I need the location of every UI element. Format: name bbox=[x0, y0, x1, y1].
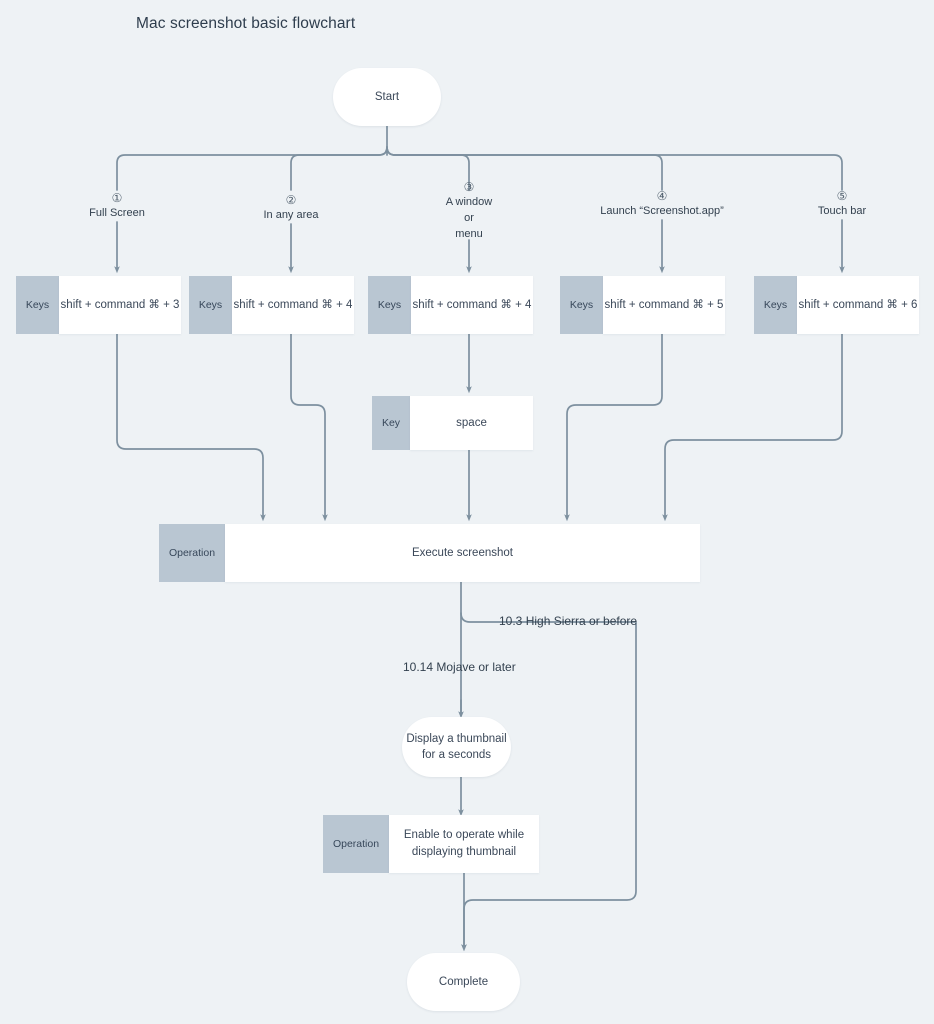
wire-keys2-to-execute bbox=[290, 333, 328, 522]
edge-label-mojave: 10.14 Mojave or later bbox=[403, 660, 516, 674]
branch-marker-2-number: ② bbox=[285, 193, 297, 207]
thumbnail-node[interactable]: Display a thumbnail for a seconds bbox=[402, 717, 511, 777]
space-key-box[interactable]: Key space bbox=[372, 396, 533, 450]
wire-keys5-to-execute bbox=[662, 333, 843, 522]
keys-box-5[interactable]: Keys shift + command ⌘ + 6 bbox=[754, 276, 919, 334]
branch-marker-3-label-line3: menu bbox=[455, 228, 483, 240]
keys-box-4-chip: Keys bbox=[560, 276, 603, 334]
branch-marker-5-number: ⑤ bbox=[836, 189, 848, 203]
edge-label-high-sierra: 10.3 High Sierra or before bbox=[499, 614, 638, 628]
enable-operate-value: Enable to operate while displaying thumb… bbox=[389, 815, 539, 873]
flowchart-canvas: Mac screenshot basic flowchart Start ① F… bbox=[0, 0, 934, 1024]
keys-box-3[interactable]: Keys shift + command ⌘ + 4 bbox=[368, 276, 533, 334]
wire-keys1-to-execute bbox=[116, 333, 266, 522]
execute-screenshot-chip: Operation bbox=[159, 524, 225, 582]
branch-marker-4-number: ④ bbox=[656, 189, 668, 203]
branch-marker-1-label: Full Screen bbox=[89, 207, 145, 219]
wire-bus-branch-2 bbox=[290, 146, 388, 191]
branch-marker-2: ② In any area bbox=[241, 194, 341, 223]
enable-operate-chip: Operation bbox=[323, 815, 389, 873]
branch-marker-5-label: Touch bar bbox=[817, 205, 867, 217]
page-title: Mac screenshot basic flowchart bbox=[136, 15, 356, 32]
branch-marker-3-number: ③ bbox=[463, 180, 475, 194]
keys-box-1[interactable]: Keys shift + command ⌘ + 3 bbox=[16, 276, 181, 334]
space-key-box-chip: Key bbox=[372, 396, 410, 450]
branch-marker-3-label-line2: or bbox=[464, 212, 474, 224]
keys-box-2[interactable]: Keys shift + command ⌘ + 4 bbox=[189, 276, 354, 334]
branch-marker-1-number: ① bbox=[111, 191, 123, 205]
branch-marker-4-label: Launch “Screenshot.app” bbox=[600, 205, 724, 217]
branch-marker-1: ① Full Screen bbox=[67, 192, 167, 221]
keys-box-5-chip: Keys bbox=[754, 276, 797, 334]
complete-node[interactable]: Complete bbox=[407, 953, 520, 1011]
wire-keys4-to-execute bbox=[564, 333, 663, 522]
complete-node-label: Complete bbox=[438, 976, 489, 988]
branch-marker-3: ③ A window or menu bbox=[419, 181, 519, 242]
thumbnail-node-line2: for a seconds bbox=[421, 749, 492, 761]
execute-screenshot-box[interactable]: Operation Execute screenshot bbox=[159, 524, 700, 582]
branch-marker-3-label-line1: A window bbox=[445, 196, 493, 208]
branch-marker-5: ⑤ Touch bar bbox=[792, 190, 892, 219]
enable-operate-box[interactable]: Operation Enable to operate while displa… bbox=[323, 815, 539, 873]
start-node-label: Start bbox=[374, 91, 400, 103]
keys-box-5-value: shift + command ⌘ + 6 bbox=[797, 276, 919, 334]
branch-marker-2-label: In any area bbox=[263, 209, 319, 221]
keys-box-3-value: shift + command ⌘ + 4 bbox=[411, 276, 533, 334]
execute-screenshot-value: Execute screenshot bbox=[225, 524, 700, 582]
keys-box-1-value: shift + command ⌘ + 3 bbox=[59, 276, 181, 334]
keys-box-4[interactable]: Keys shift + command ⌘ + 5 bbox=[560, 276, 725, 334]
thumbnail-node-line1: Display a thumbnail bbox=[406, 733, 507, 745]
keys-box-4-value: shift + command ⌘ + 5 bbox=[603, 276, 725, 334]
keys-box-1-chip: Keys bbox=[16, 276, 59, 334]
enable-operate-line2: displaying thumbnail bbox=[411, 846, 517, 858]
keys-box-2-value: shift + command ⌘ + 4 bbox=[232, 276, 354, 334]
wire-bus-branch-1 bbox=[116, 146, 388, 191]
start-node[interactable]: Start bbox=[333, 68, 441, 126]
space-key-box-value: space bbox=[410, 396, 533, 450]
branch-marker-4: ④ Launch “Screenshot.app” bbox=[562, 190, 762, 219]
enable-operate-line1: Enable to operate while bbox=[403, 829, 525, 841]
keys-box-2-chip: Keys bbox=[189, 276, 232, 334]
keys-box-3-chip: Keys bbox=[368, 276, 411, 334]
